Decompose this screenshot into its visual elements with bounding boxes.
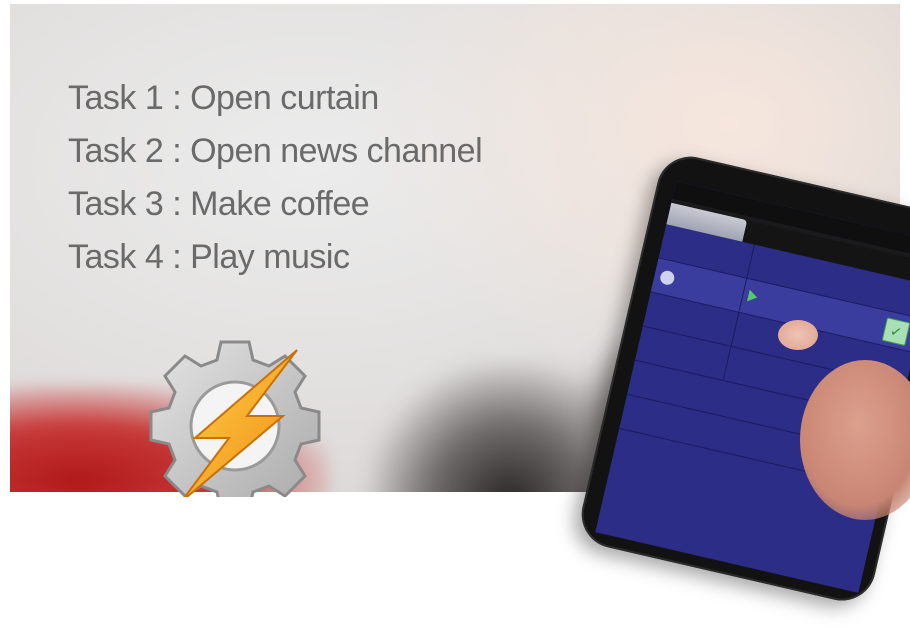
gear-lightning-icon [149, 340, 321, 497]
row-divider [730, 312, 740, 347]
play-icon[interactable] [747, 289, 759, 304]
toggle-icon[interactable] [658, 269, 676, 287]
row-divider [738, 278, 748, 312]
row-divider [722, 346, 732, 381]
task-list: Task 1 : Open curtain Task 2 : Open news… [68, 72, 483, 284]
task-1-label: Task 1 : Open curtain [68, 79, 379, 117]
task-3-label: Task 3 : Make coffee [68, 185, 370, 223]
row-divider [746, 244, 756, 278]
fingertip [778, 320, 818, 350]
task-4-label: Task 4 : Play music [68, 238, 350, 276]
task-2-label: Task 2 : Open news channel [68, 132, 483, 170]
check-icon[interactable]: ✓ [881, 317, 910, 347]
